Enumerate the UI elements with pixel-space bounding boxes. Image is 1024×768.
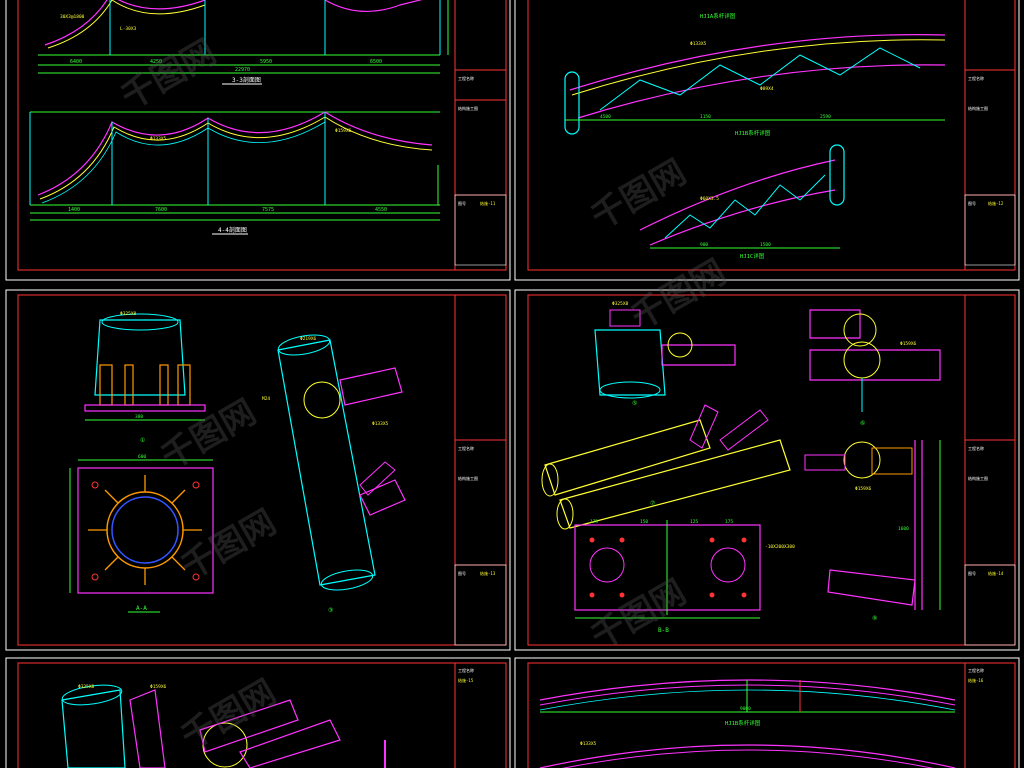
dimension-label: 600 bbox=[138, 454, 146, 460]
tb-no: 结施-14 bbox=[988, 570, 1004, 576]
tb-no-label: 图号 bbox=[968, 570, 976, 576]
section-title: ① bbox=[140, 437, 145, 444]
tb-no: 结施-13 bbox=[480, 570, 496, 576]
note-label: Φ133X5 bbox=[372, 421, 389, 427]
note-label: Φ325X8 bbox=[78, 684, 95, 690]
dimension-label: 6500 bbox=[370, 59, 382, 65]
dimension-label: 9000 bbox=[740, 706, 751, 712]
tb-drawing: 结构施工图 bbox=[968, 105, 988, 111]
tb-no: 结施-16 bbox=[968, 677, 984, 683]
note-label: Φ133X5 bbox=[580, 741, 597, 747]
note-label: Φ159X6 bbox=[855, 486, 872, 492]
tb-no-label: 图号 bbox=[458, 570, 466, 576]
canvas-background bbox=[0, 0, 1024, 768]
tb-no-label: 图号 bbox=[968, 200, 976, 206]
bolt-hole bbox=[589, 537, 595, 543]
dimension-label: 1500 bbox=[760, 242, 771, 248]
tb-project: 工程名称 bbox=[458, 75, 474, 81]
dimension-label: 2590 bbox=[820, 114, 831, 120]
dimension-label: 175 bbox=[725, 519, 733, 525]
note-label: Φ219X6 bbox=[300, 336, 317, 342]
cad-drawing-canvas: 3-3剖面图 6400 4250 5950 6500 22970 30X3@18… bbox=[0, 0, 1024, 768]
dimension-label: 6400 bbox=[70, 59, 82, 65]
section-title: ⑥ bbox=[860, 420, 865, 427]
note-label: Φ325X8 bbox=[120, 311, 137, 317]
dimension-label: 125 bbox=[690, 519, 698, 525]
dimension-label: 150 bbox=[640, 519, 648, 525]
dimension-label: 5950 bbox=[260, 59, 272, 65]
bolt-hole bbox=[709, 537, 715, 543]
note-label: Φ159X6 bbox=[335, 128, 352, 134]
section-title: HJ1A系杆详图 bbox=[700, 12, 736, 20]
note-label: Φ89X4 bbox=[760, 86, 774, 92]
dimension-label: 7575 bbox=[262, 207, 274, 213]
tb-project: 工程名称 bbox=[968, 75, 984, 81]
dimension-label: 7600 bbox=[155, 207, 167, 213]
dimension-label: 380 bbox=[135, 414, 143, 420]
dimension-label: 4500 bbox=[600, 114, 611, 120]
bolt-hole bbox=[741, 592, 747, 598]
note-label: M24 bbox=[262, 396, 270, 402]
section-title: A-A bbox=[136, 605, 147, 612]
note-label: -10X200X300 bbox=[765, 544, 795, 550]
dimension-label: 1400 bbox=[68, 207, 80, 213]
section-title: 4-4剖面图 bbox=[218, 226, 247, 234]
tb-drawing: 结构施工图 bbox=[968, 475, 988, 481]
tb-no: 结施-11 bbox=[480, 200, 496, 206]
dimension-label: 22970 bbox=[235, 67, 250, 73]
tb-drawing: 结构施工图 bbox=[458, 475, 478, 481]
section-title: ⑧ bbox=[872, 615, 877, 622]
dimension-label: 4550 bbox=[375, 207, 387, 213]
bolt-hole bbox=[709, 592, 715, 598]
tb-project: 工程名称 bbox=[968, 445, 984, 451]
section-title: ⑤ bbox=[632, 400, 637, 407]
section-title: HJ1B系杆详图 bbox=[735, 129, 771, 137]
dimension-label: 900 bbox=[700, 242, 708, 248]
dimension-label: 1150 bbox=[700, 114, 711, 120]
section-title: ⑦ bbox=[650, 500, 655, 507]
note-label: Φ133X5 bbox=[690, 41, 707, 47]
note-label: Φ159X6 bbox=[150, 684, 167, 690]
note-label: Φ159X6 bbox=[900, 341, 917, 347]
section-title: B-B bbox=[658, 627, 669, 634]
bolt-hole bbox=[589, 592, 595, 598]
section-title: HJ1B系杆详图 bbox=[725, 719, 761, 727]
bolt-hole bbox=[741, 537, 747, 543]
section-title: 3-3剖面图 bbox=[232, 76, 261, 84]
tb-no-label: 图号 bbox=[458, 200, 466, 206]
dimension-label: 1600 bbox=[898, 526, 909, 532]
tb-project: 工程名称 bbox=[458, 667, 474, 673]
tb-no: 结施-12 bbox=[988, 200, 1004, 206]
bolt-hole bbox=[619, 592, 625, 598]
dimension-label: 175 bbox=[590, 519, 598, 525]
bolt-hole bbox=[619, 537, 625, 543]
section-title: ③ bbox=[328, 607, 333, 614]
note-label: L-30X3 bbox=[120, 26, 137, 32]
tb-project: 工程名称 bbox=[968, 667, 984, 673]
tb-no: 结施-15 bbox=[458, 677, 474, 683]
tb-drawing: 结构施工图 bbox=[458, 105, 478, 111]
note-label: 30X3@1800 bbox=[60, 14, 85, 20]
tb-project: 工程名称 bbox=[458, 445, 474, 451]
note-label: Φ133X5 bbox=[150, 136, 167, 142]
note-label: Φ60X3.5 bbox=[700, 196, 719, 202]
section-title: HJ1C详图 bbox=[740, 252, 765, 260]
